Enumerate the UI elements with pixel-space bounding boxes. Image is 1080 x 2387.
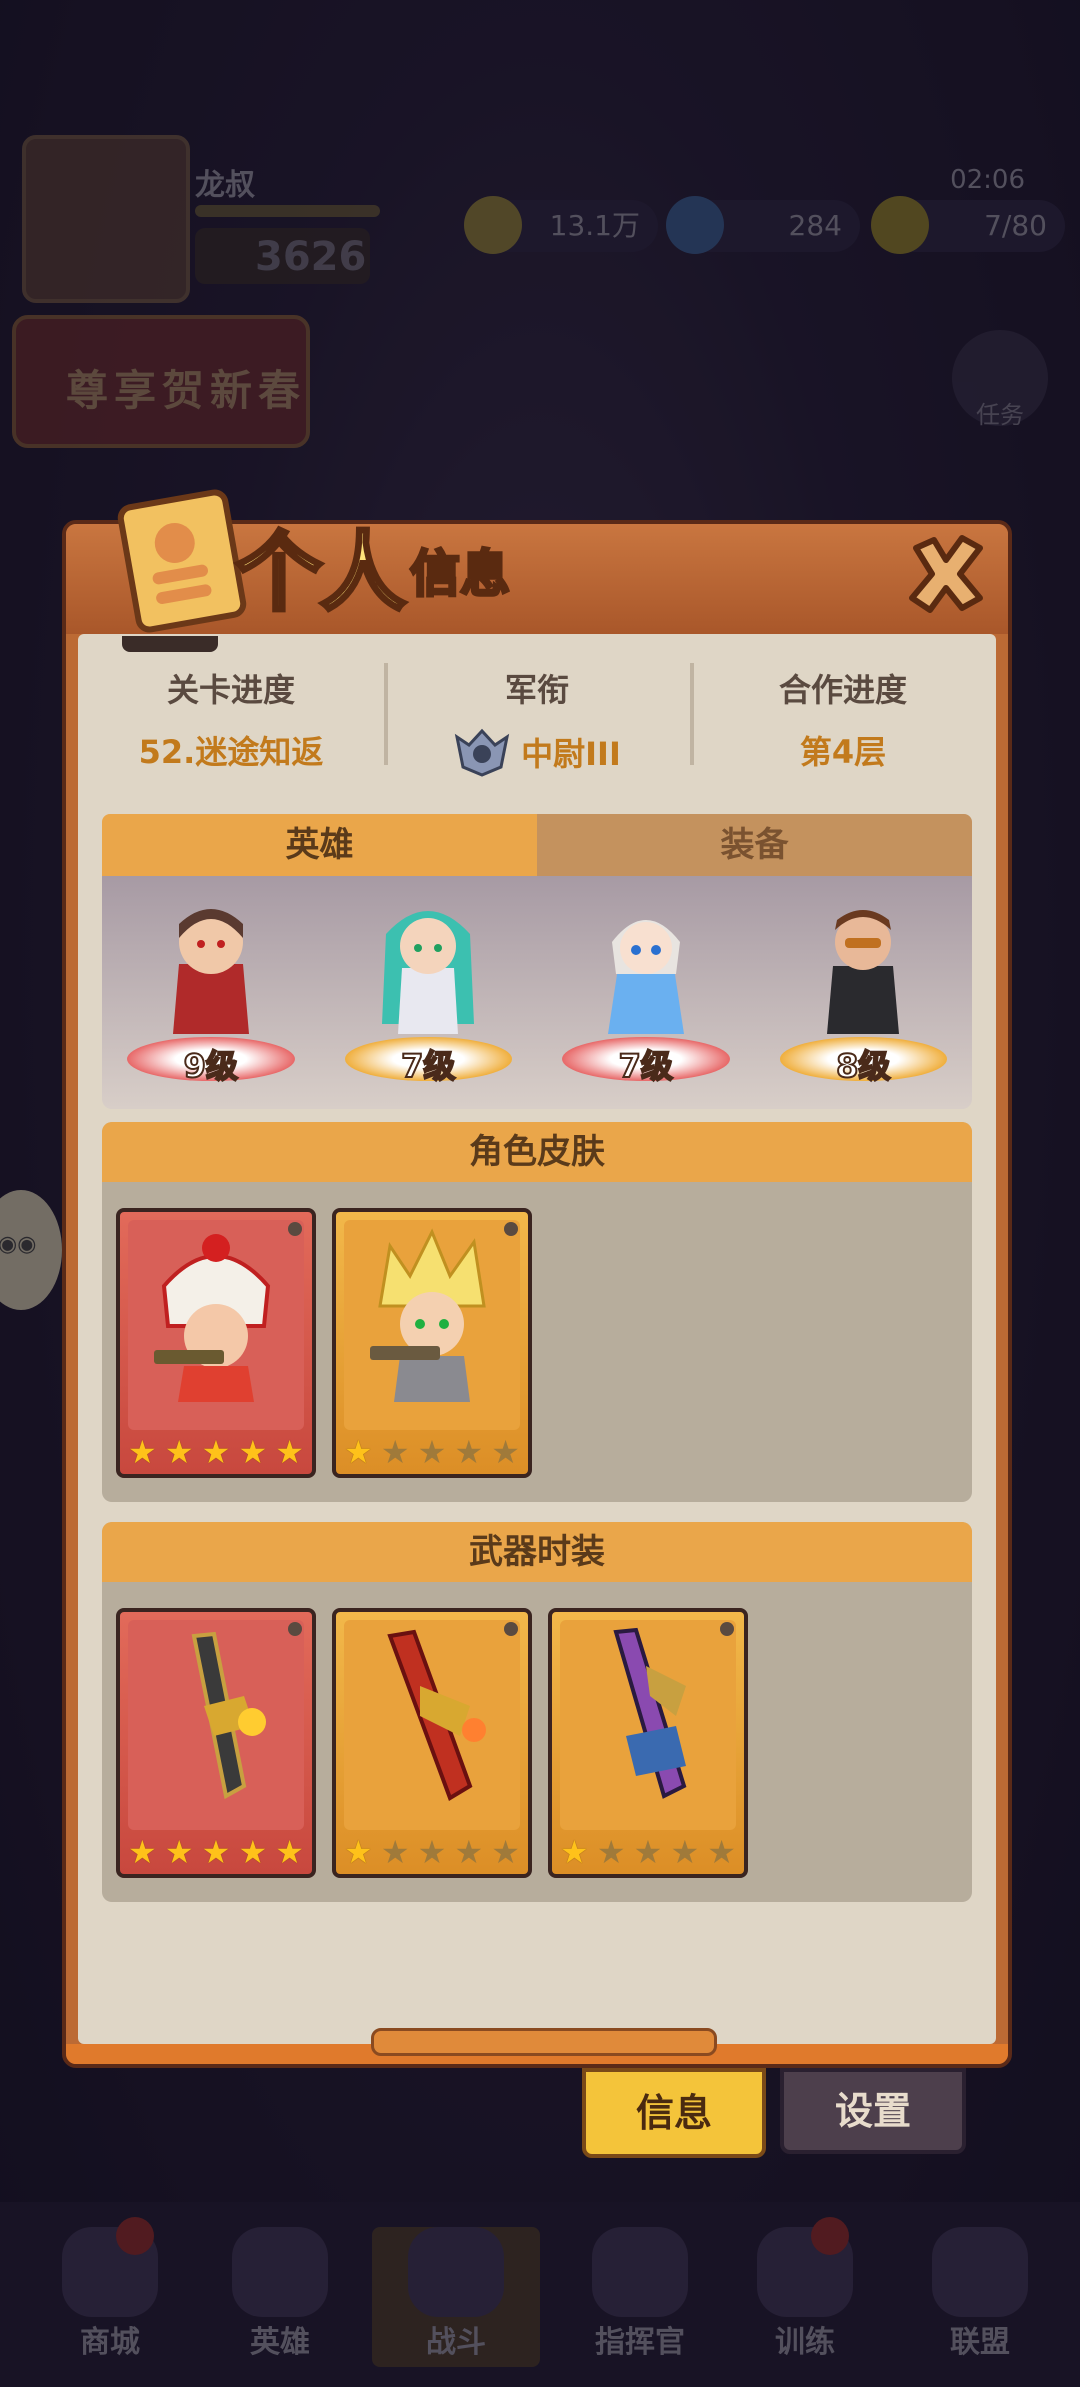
star-empty-icon: ★ — [596, 1833, 626, 1871]
star-empty-icon: ★ — [491, 1433, 520, 1471]
star-empty-icon: ★ — [380, 1833, 410, 1871]
rank-badge-icon — [454, 728, 510, 777]
star-filled-icon: ★ — [164, 1433, 194, 1471]
stat-rank: 军衔 中尉III — [384, 659, 690, 777]
dialog-title: 个人 信息 — [234, 506, 512, 623]
star-filled-icon: ★ — [201, 1833, 231, 1871]
weapon-card[interactable]: ★ ★ ★ ★ ★ — [548, 1608, 748, 1878]
hero-level: 9级 — [183, 1046, 239, 1086]
tab-heroes[interactable]: 英雄 — [102, 814, 537, 892]
weapon-card[interactable]: ★ ★ ★ ★ ★ — [116, 1608, 316, 1878]
skins-section: 角色皮肤 ★ ★ ★ ★ ★ ★ ★ ★ ★ ★ — [102, 1122, 972, 1502]
star-rating: ★ ★ ★ ★ ★ — [124, 1434, 308, 1470]
star-rating: ★ ★ ★ ★ ★ — [340, 1434, 524, 1470]
profile-dialog: 个人 信息 关卡进度 52.迷途知返 军衔 中尉III 合作进度 第4层 英雄 … — [62, 487, 1012, 2068]
star-filled-icon: ★ — [238, 1433, 268, 1471]
tab-equipment[interactable]: 装备 — [537, 814, 972, 876]
stat-value: 第4层 — [799, 733, 887, 771]
dialog-title-sub: 信息 — [409, 544, 512, 605]
section-title: 角色皮肤 — [102, 1122, 972, 1182]
star-filled-icon: ★ — [128, 1833, 157, 1871]
star-filled-icon: ★ — [344, 1433, 373, 1471]
stats-row: 关卡进度 52.迷途知返 军衔 中尉III 合作进度 第4层 — [78, 659, 996, 777]
star-empty-icon: ★ — [707, 1833, 736, 1871]
skin-card[interactable]: ★ ★ ★ ★ ★ — [332, 1208, 532, 1478]
profile-tabs: 英雄 装备 — [102, 814, 972, 892]
stat-value: 52.迷途知返 — [138, 733, 324, 771]
hero-lineup: 9级 7级 7级 8级 — [102, 876, 972, 1109]
weapon-card[interactable]: ★ ★ ★ ★ ★ — [332, 1608, 532, 1878]
star-empty-icon: ★ — [491, 1833, 520, 1871]
star-filled-icon: ★ — [275, 1833, 304, 1871]
lion-dance-skin-icon — [154, 1234, 271, 1402]
stat-label: 合作进度 — [778, 671, 907, 709]
id-card-icon — [115, 487, 249, 635]
stat-label: 关卡进度 — [166, 671, 295, 709]
star-filled-icon: ★ — [128, 1433, 157, 1471]
star-filled-icon: ★ — [275, 1433, 304, 1471]
star-empty-icon: ★ — [380, 1433, 410, 1471]
hero-vampire-portrait — [172, 909, 249, 1034]
star-empty-icon: ★ — [417, 1833, 447, 1871]
dialog-body: 关卡进度 52.迷途知返 军衔 中尉III 合作进度 第4层 英雄 装备 9级 … — [78, 634, 996, 2044]
close-icon — [909, 535, 983, 613]
section-title: 武器时装 — [102, 1522, 972, 1582]
stat-label: 军衔 — [504, 671, 569, 709]
hero-level: 7级 — [618, 1046, 674, 1086]
star-empty-icon: ★ — [417, 1433, 447, 1471]
hero-slot-1[interactable]: 9级 — [102, 876, 320, 1109]
star-filled-icon: ★ — [164, 1833, 194, 1871]
dragon-rifle-icon — [387, 1629, 486, 1801]
golden-rifle-icon — [191, 1631, 266, 1800]
weapon-skins-section: 武器时装 ★ ★ ★ ★ ★ ★ ★ ★ ★ ★ ★ ★ ★ ★ ★ — [102, 1522, 972, 1902]
star-empty-icon: ★ — [454, 1433, 484, 1471]
star-rating: ★ ★ ★ ★ ★ — [556, 1834, 740, 1870]
star-empty-icon: ★ — [454, 1833, 484, 1871]
close-button[interactable] — [898, 526, 994, 622]
star-rating: ★ ★ ★ ★ ★ — [340, 1834, 524, 1870]
star-filled-icon: ★ — [201, 1433, 231, 1471]
star-filled-icon: ★ — [560, 1833, 589, 1871]
hero-slot-4[interactable]: 8级 — [755, 876, 973, 1109]
header-badge — [122, 636, 218, 652]
tab-info-button[interactable]: 信息 — [582, 2068, 766, 2158]
hero-level: 7级 — [400, 1046, 456, 1086]
stat-stage: 关卡进度 52.迷途知返 — [78, 659, 384, 771]
tab-settings-button[interactable]: 设置 — [780, 2068, 966, 2154]
weapon-cards: ★ ★ ★ ★ ★ ★ ★ ★ ★ ★ ★ ★ ★ ★ ★ — [116, 1608, 748, 1878]
hero-slot-2[interactable]: 7级 — [320, 876, 538, 1109]
star-filled-icon: ★ — [238, 1833, 268, 1871]
skin-cards: ★ ★ ★ ★ ★ ★ ★ ★ ★ ★ — [116, 1208, 532, 1478]
star-empty-icon: ★ — [633, 1833, 663, 1871]
hero-level: 8级 — [835, 1046, 891, 1086]
crystal-rifle-icon — [613, 1627, 687, 1799]
hero-ice-princess-portrait — [607, 920, 684, 1034]
hero-slot-3[interactable]: 7级 — [537, 876, 755, 1109]
dialog-title-main: 个人 — [234, 523, 408, 623]
star-empty-icon: ★ — [670, 1833, 700, 1871]
hero-agent-portrait — [827, 910, 900, 1034]
hero-singer-portrait — [382, 911, 475, 1034]
star-rating: ★ ★ ★ ★ ★ — [124, 1834, 308, 1870]
stat-value: 中尉III — [521, 735, 621, 773]
skin-card[interactable]: ★ ★ ★ ★ ★ — [116, 1208, 316, 1478]
star-filled-icon: ★ — [344, 1833, 373, 1871]
stat-coop: 合作进度 第4层 — [690, 659, 996, 771]
super-warrior-skin-icon — [370, 1228, 486, 1402]
dialog-header: 个人 信息 — [66, 487, 1008, 635]
dialog-bottom-notch — [371, 2028, 717, 2056]
